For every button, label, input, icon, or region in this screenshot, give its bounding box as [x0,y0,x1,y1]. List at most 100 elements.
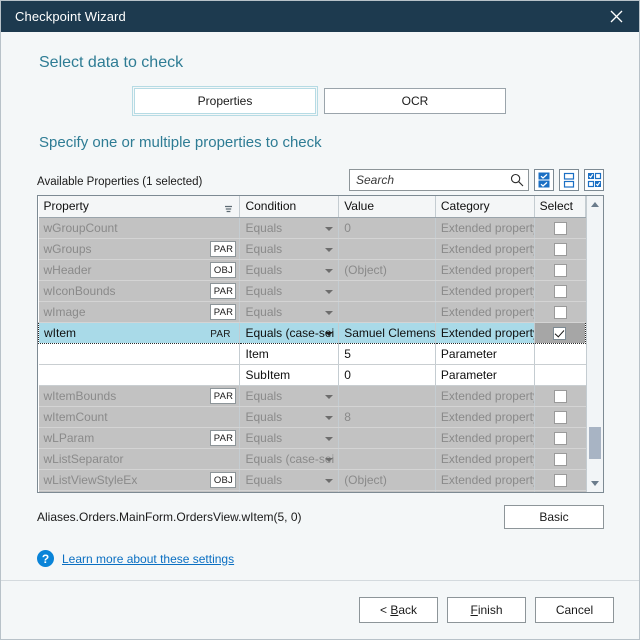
cell-select[interactable] [534,239,585,260]
cell-condition[interactable]: Equals (case-sei [240,449,339,470]
close-icon[interactable] [594,1,639,32]
cell-condition[interactable]: Equals [240,260,339,281]
deselect-all-button[interactable] [559,169,579,191]
cancel-button[interactable]: Cancel [535,597,614,623]
select-all-button[interactable] [534,169,554,191]
cell-property[interactable]: wIconBoundsPAR [39,281,240,302]
cell-property[interactable]: wSelectCountPAR [39,491,240,493]
select-checkbox[interactable] [554,453,567,466]
cell-condition[interactable]: Equals [240,470,339,491]
cell-select[interactable] [534,386,585,407]
column-header-condition[interactable]: Condition [240,196,339,218]
scroll-up-icon[interactable] [587,196,603,213]
cell-value[interactable] [339,239,436,260]
select-checkbox[interactable] [554,474,567,487]
chevron-down-icon[interactable] [325,248,333,252]
table-row[interactable]: wIconBoundsPAREqualsExtended property [39,281,586,302]
cell-select[interactable] [534,470,585,491]
table-row[interactable]: Item5Parameter [39,344,586,365]
select-checkbox[interactable] [554,306,567,319]
invert-selection-button[interactable] [584,169,604,191]
cell-condition[interactable]: Item [240,344,339,365]
select-checkbox[interactable] [553,327,566,340]
cell-property[interactable]: wGroupCount [39,218,240,239]
table-row[interactable]: wLParamPAREqualsExtended property [39,428,586,449]
scrollbar-track[interactable] [587,213,603,475]
cell-condition[interactable]: Equals (case-sei [240,323,339,344]
cell-select[interactable] [534,218,585,239]
chevron-down-icon[interactable] [325,479,333,483]
cell-condition[interactable]: Equals [240,407,339,428]
cell-value[interactable] [339,302,436,323]
cell-condition[interactable]: SubItem [240,365,339,386]
cell-select[interactable] [534,365,585,386]
table-row[interactable]: wItemCountEquals8Extended property [39,407,586,428]
cell-select[interactable] [534,281,585,302]
cell-property[interactable]: wImagePAR [39,302,240,323]
column-header-category[interactable]: Category [435,196,534,218]
chevron-down-icon[interactable] [325,458,333,462]
finish-button[interactable]: Finish [447,597,526,623]
table-row[interactable]: wItemPAREquals (case-seiSamuel ClemensEx… [39,323,586,344]
chevron-down-icon[interactable] [325,416,333,420]
cell-condition[interactable]: Equals [240,428,339,449]
table-row[interactable]: wSelectCountPAREqualsExtended property [39,491,586,493]
cell-value[interactable]: 0 [339,218,436,239]
table-row[interactable]: wItemBoundsPAREqualsExtended property [39,386,586,407]
basic-button[interactable]: Basic [504,505,604,529]
chevron-down-icon[interactable] [325,269,333,273]
cell-condition[interactable]: Equals [240,218,339,239]
cell-select[interactable] [534,449,585,470]
cell-select[interactable] [534,302,585,323]
tab-properties[interactable]: Properties [134,88,316,114]
cell-value[interactable]: 0 [339,365,436,386]
cell-condition[interactable]: Equals [240,239,339,260]
chevron-down-icon[interactable] [325,311,333,315]
table-row[interactable]: wHeaderOBJEquals(Object)Extended propert… [39,260,586,281]
cell-value[interactable] [339,428,436,449]
learn-more-link[interactable]: Learn more about these settings [62,552,234,566]
cell-value[interactable] [339,386,436,407]
select-checkbox[interactable] [554,432,567,445]
cell-property[interactable]: wHeaderOBJ [39,260,240,281]
cell-value[interactable] [339,449,436,470]
cell-property[interactable] [39,344,240,365]
cell-condition[interactable]: Equals [240,281,339,302]
vertical-scrollbar[interactable] [586,196,603,492]
cell-property[interactable]: wItemCount [39,407,240,428]
cell-select[interactable] [534,260,585,281]
cell-select[interactable] [534,491,585,493]
chevron-down-icon[interactable] [325,227,333,231]
scroll-down-icon[interactable] [587,475,603,492]
cell-select[interactable] [534,323,585,344]
table-row[interactable]: wListSeparatorEquals (case-seiExtended p… [39,449,586,470]
cell-value[interactable]: 5 [339,344,436,365]
table-row[interactable]: SubItem0Parameter [39,365,586,386]
cell-select[interactable] [534,344,585,365]
chevron-down-icon[interactable] [325,437,333,441]
cell-property[interactable]: wListSeparator [39,449,240,470]
help-icon[interactable]: ? [37,550,54,567]
cell-property[interactable]: wListViewStyleExOBJ [39,470,240,491]
cell-condition[interactable]: Equals [240,386,339,407]
cell-select[interactable] [534,407,585,428]
cell-property[interactable]: wItemBoundsPAR [39,386,240,407]
select-checkbox[interactable] [554,285,567,298]
select-checkbox[interactable] [554,243,567,256]
cell-value[interactable]: 8 [339,407,436,428]
cell-value[interactable]: (Object) [339,470,436,491]
table-row[interactable]: wGroupsPAREqualsExtended property [39,239,586,260]
column-header-property[interactable]: Property [39,196,240,218]
cell-select[interactable] [534,428,585,449]
tab-ocr[interactable]: OCR [324,88,506,114]
chevron-down-icon[interactable] [325,290,333,294]
column-header-select[interactable]: Select [534,196,585,218]
table-row[interactable]: wGroupCountEquals0Extended property [39,218,586,239]
cell-value[interactable] [339,491,436,493]
chevron-down-icon[interactable] [325,332,333,336]
table-row[interactable]: wListViewStyleExOBJEquals(Object)Extende… [39,470,586,491]
cell-property[interactable]: wGroupsPAR [39,239,240,260]
cell-value[interactable]: Samuel Clemens [339,323,436,344]
column-header-value[interactable]: Value [339,196,436,218]
cell-condition[interactable]: Equals [240,491,339,493]
